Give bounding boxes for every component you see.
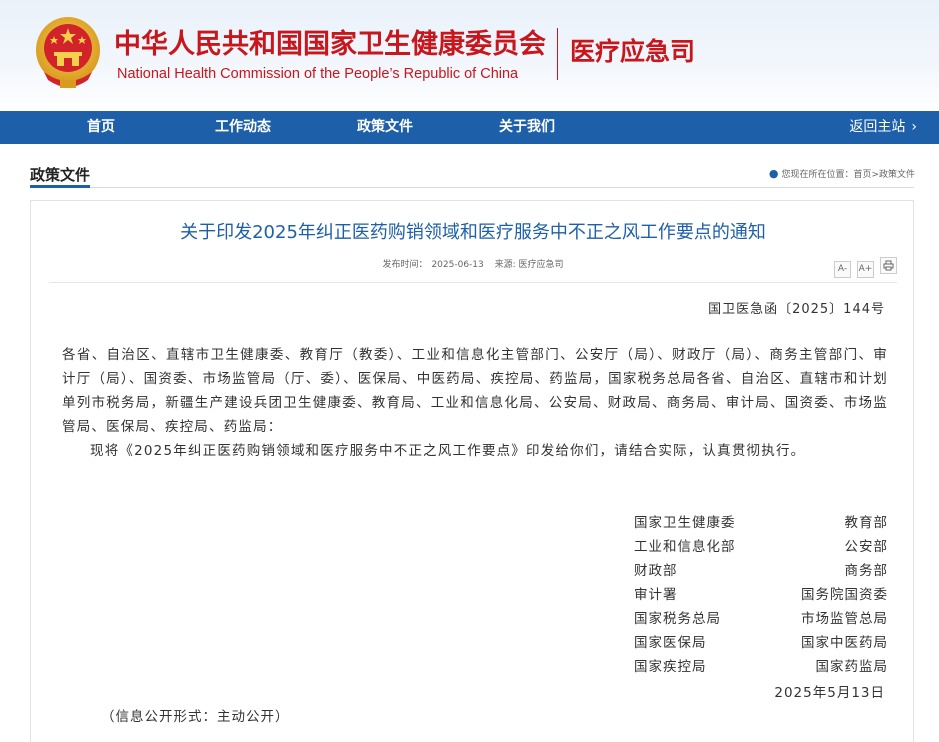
signer-row: 审计署 国务院国资委 bbox=[634, 583, 888, 607]
published-label: 发布时间： bbox=[382, 260, 428, 270]
signer-row: 国家疾控局 国家药监局 bbox=[634, 655, 888, 679]
nav-item-home[interactable]: 首页 bbox=[87, 111, 115, 144]
chevron-right-icon: › bbox=[911, 119, 917, 135]
org-name-cn: 中华人民共和国国家卫生健康委员会 bbox=[114, 29, 546, 60]
signer-left: 工业和信息化部 bbox=[634, 539, 736, 555]
article-tools: A- A+ bbox=[828, 256, 897, 278]
site-header: 中华人民共和国国家卫生健康委员会 National Health Commiss… bbox=[0, 0, 939, 111]
signer-right: 国家中医药局 bbox=[801, 635, 888, 651]
signer-row: 国家医保局 国家中医药局 bbox=[634, 631, 888, 655]
section-title: 政策文件 bbox=[30, 166, 91, 184]
signer-left: 财政部 bbox=[634, 563, 678, 579]
breadcrumb: ● 您现在所在位置：首页>政策文件 bbox=[769, 167, 915, 180]
signer-right: 市场监管总局 bbox=[801, 611, 888, 627]
signer-left: 国家医保局 bbox=[634, 635, 707, 651]
national-emblem-icon[interactable] bbox=[34, 14, 102, 90]
main-nav: 首页 工作动态 政策文件 关于我们 返回主站 › bbox=[0, 111, 939, 144]
signer-row: 财政部 商务部 bbox=[634, 559, 888, 583]
signer-right: 教育部 bbox=[844, 515, 888, 531]
article-body: 现将《2025年纠正医药购销领域和医疗服务中不正之风工作要点》印发给你们，请结合… bbox=[90, 443, 806, 459]
breadcrumb-prefix: 您现在所在位置： bbox=[781, 170, 854, 180]
signer-right: 国务院国资委 bbox=[801, 587, 888, 603]
back-to-main-site-label: 返回主站 bbox=[849, 119, 906, 135]
article-source: 来源: 医疗应急司 bbox=[494, 260, 564, 270]
article-container: 关于印发2025年纠正医药购销领域和医疗服务中不正之风工作要点的通知 发布时间：… bbox=[30, 200, 914, 742]
signers-list: 国家卫生健康委 教育部 工业和信息化部 公安部 财政部 商务部 审计署 国务院国资委 国… bbox=[634, 511, 888, 679]
print-icon bbox=[883, 260, 894, 271]
disclosure-note: （信息公开形式：主动公开） bbox=[101, 709, 290, 725]
section-divider bbox=[30, 187, 914, 188]
signer-left: 国家卫生健康委 bbox=[634, 515, 736, 531]
print-button[interactable] bbox=[880, 257, 897, 274]
location-pin-icon: ● bbox=[768, 167, 779, 180]
signer-row: 国家卫生健康委 教育部 bbox=[634, 511, 888, 535]
org-name-en: National Health Commission of the People… bbox=[117, 66, 519, 82]
dept-name[interactable]: 医疗应急司 bbox=[570, 32, 695, 68]
article-meta: 发布时间： 2025-06-13 来源: 医疗应急司 bbox=[31, 257, 915, 270]
breadcrumb-path[interactable]: 首页>政策文件 bbox=[853, 170, 915, 180]
meta-divider bbox=[49, 282, 897, 283]
article-title: 关于印发2025年纠正医药购销领域和医疗服务中不正之风工作要点的通知 bbox=[180, 222, 766, 243]
nav-item-policy-documents[interactable]: 政策文件 bbox=[357, 111, 413, 144]
signer-right: 商务部 bbox=[844, 563, 888, 579]
document-date: 2025年5月13日 bbox=[774, 685, 885, 701]
article-recipients: 各省、自治区、直辖市卫生健康委、教育厅（教委）、工业和信息化主管部门、公安厅（局… bbox=[62, 347, 888, 435]
signer-row: 工业和信息化部 公安部 bbox=[634, 535, 888, 559]
back-to-main-site-link[interactable]: 返回主站 › bbox=[849, 111, 917, 144]
nav-item-about-us[interactable]: 关于我们 bbox=[499, 111, 555, 144]
nav-item-work-news[interactable]: 工作动态 bbox=[215, 111, 271, 144]
signer-left: 国家税务总局 bbox=[634, 611, 721, 627]
signer-left: 国家疾控局 bbox=[634, 659, 707, 675]
font-decrease-button[interactable]: A- bbox=[834, 261, 851, 278]
signer-row: 国家税务总局 市场监管总局 bbox=[634, 607, 888, 631]
signer-right: 公安部 bbox=[844, 539, 888, 555]
header-divider bbox=[557, 28, 558, 80]
signer-right: 国家药监局 bbox=[815, 659, 888, 675]
published-date: 2025-06-13 bbox=[431, 260, 484, 270]
document-number: 国卫医急函〔2025〕144号 bbox=[708, 302, 885, 317]
signer-left: 审计署 bbox=[634, 587, 678, 603]
font-increase-button[interactable]: A+ bbox=[857, 261, 874, 278]
section-title-underline bbox=[30, 185, 90, 188]
